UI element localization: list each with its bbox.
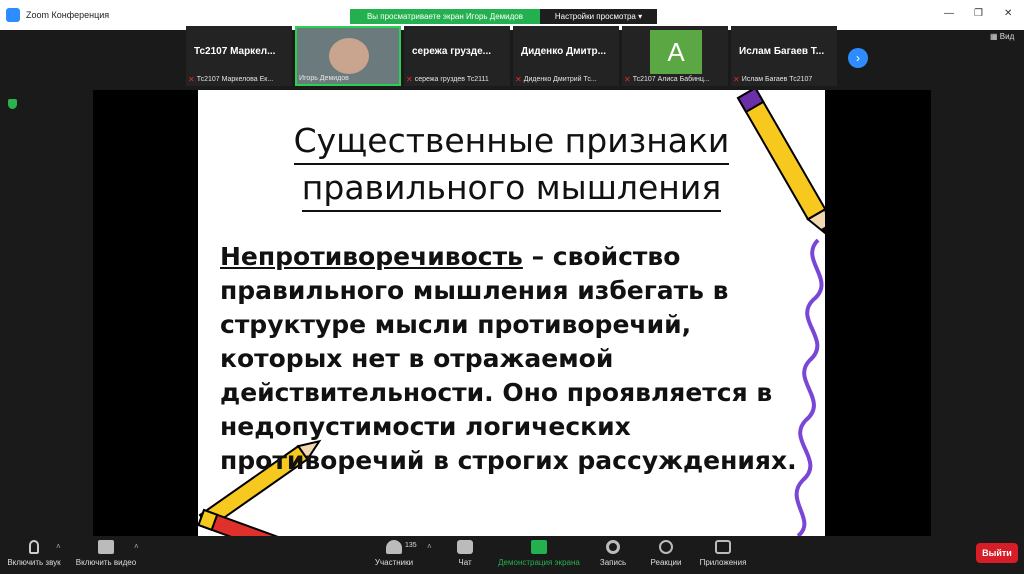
participants-icon — [386, 540, 402, 554]
participant-name: Тс2107 Маркел... — [194, 46, 276, 57]
mic-muted-icon: ✕ — [733, 75, 740, 84]
participant-sub: ✕ сережа груздев Тс2111 — [406, 75, 489, 84]
window-title: Zoom Конференция — [26, 10, 110, 20]
view-button[interactable]: ▦ Вид — [990, 32, 1014, 41]
slide-title: Существенные признаки правильного мышлен… — [198, 118, 825, 212]
participants-count: 135 — [405, 542, 417, 549]
next-page-icon[interactable]: › — [848, 48, 868, 68]
chevron-up-icon[interactable]: ˄ — [134, 542, 139, 551]
speaker-video — [329, 38, 369, 74]
share-banner: Вы просматриваете экран Игорь Демидов На… — [350, 9, 657, 24]
apps-icon — [715, 540, 731, 554]
audio-button[interactable]: Включить звук — [0, 540, 74, 567]
participants-button[interactable]: Участники — [354, 540, 434, 567]
slide-definition: – свойство правильного мышления избегать… — [220, 242, 797, 475]
mic-muted-icon: ✕ — [515, 75, 522, 84]
participant-name: Ислам Багаев Т... — [739, 46, 825, 57]
participant-tile[interactable]: А ✕ Тс2107 Алиса Бабинц... — [622, 26, 728, 86]
exit-button[interactable]: Выйти — [976, 543, 1018, 563]
mic-muted-icon: ✕ — [188, 75, 195, 84]
participant-sub: Игорь Демидов — [299, 75, 349, 82]
security-shield-icon[interactable] — [8, 99, 17, 109]
participant-tile[interactable]: сережа грузде... ✕ сережа груздев Тс2111 — [404, 26, 510, 86]
camera-off-icon — [98, 540, 114, 554]
reactions-icon — [659, 540, 673, 554]
title-bar: Zoom Конференция Вы просматриваете экран… — [0, 0, 1024, 30]
slide-term: Непротиворечивость — [220, 242, 523, 271]
restore-icon[interactable]: ❐ — [974, 8, 983, 19]
pencil-icon — [198, 508, 290, 536]
participant-tile[interactable]: Диденко Дмитр... ✕ Диденко Дмитрий Тс... — [513, 26, 619, 86]
apps-button[interactable]: Приложения — [683, 540, 763, 567]
chevron-up-icon[interactable]: ˄ — [56, 542, 61, 551]
slide-body: Непротиворечивость – свойство правильног… — [220, 240, 810, 478]
share-screen-icon — [531, 540, 547, 554]
participant-name: Диденко Дмитр... — [521, 46, 606, 57]
participant-tile[interactable]: Ислам Багаев Т... ✕ Ислам Багаев Тс2107 — [731, 26, 837, 86]
participant-tile-active-speaker[interactable]: Игорь Демидов — [295, 26, 401, 86]
close-icon[interactable]: ✕ — [1004, 8, 1012, 19]
meeting-toolbar: Включить звук ˄ Включить видео ˄ Участни… — [0, 536, 1024, 574]
participant-sub: ✕ Тс2107 Алиса Бабинц... — [624, 75, 710, 84]
participant-tile[interactable]: Тс2107 Маркел... ✕ Тс2107 Маркелова Ек... — [186, 26, 292, 86]
mic-muted-icon: ✕ — [624, 75, 631, 84]
participant-sub: ✕ Тс2107 Маркелова Ек... — [188, 75, 274, 84]
participant-strip — [0, 30, 1024, 90]
participant-sub: ✕ Диденко Дмитрий Тс... — [515, 75, 597, 84]
chat-icon — [457, 540, 473, 554]
participant-sub: ✕ Ислам Багаев Тс2107 — [733, 75, 813, 84]
zoom-logo-icon — [6, 8, 20, 22]
record-icon — [606, 540, 620, 554]
share-banner-text: Вы просматриваете экран Игорь Демидов — [350, 9, 540, 24]
minimize-icon[interactable]: — — [944, 8, 954, 19]
presentation-slide: Существенные признаки правильного мышлен… — [198, 90, 825, 536]
view-options-button[interactable]: Настройки просмотра ▾ — [540, 9, 657, 24]
mic-muted-icon — [29, 540, 39, 554]
avatar: А — [650, 30, 702, 74]
participant-name: сережа грузде... — [412, 46, 491, 57]
mic-muted-icon: ✕ — [406, 75, 413, 84]
